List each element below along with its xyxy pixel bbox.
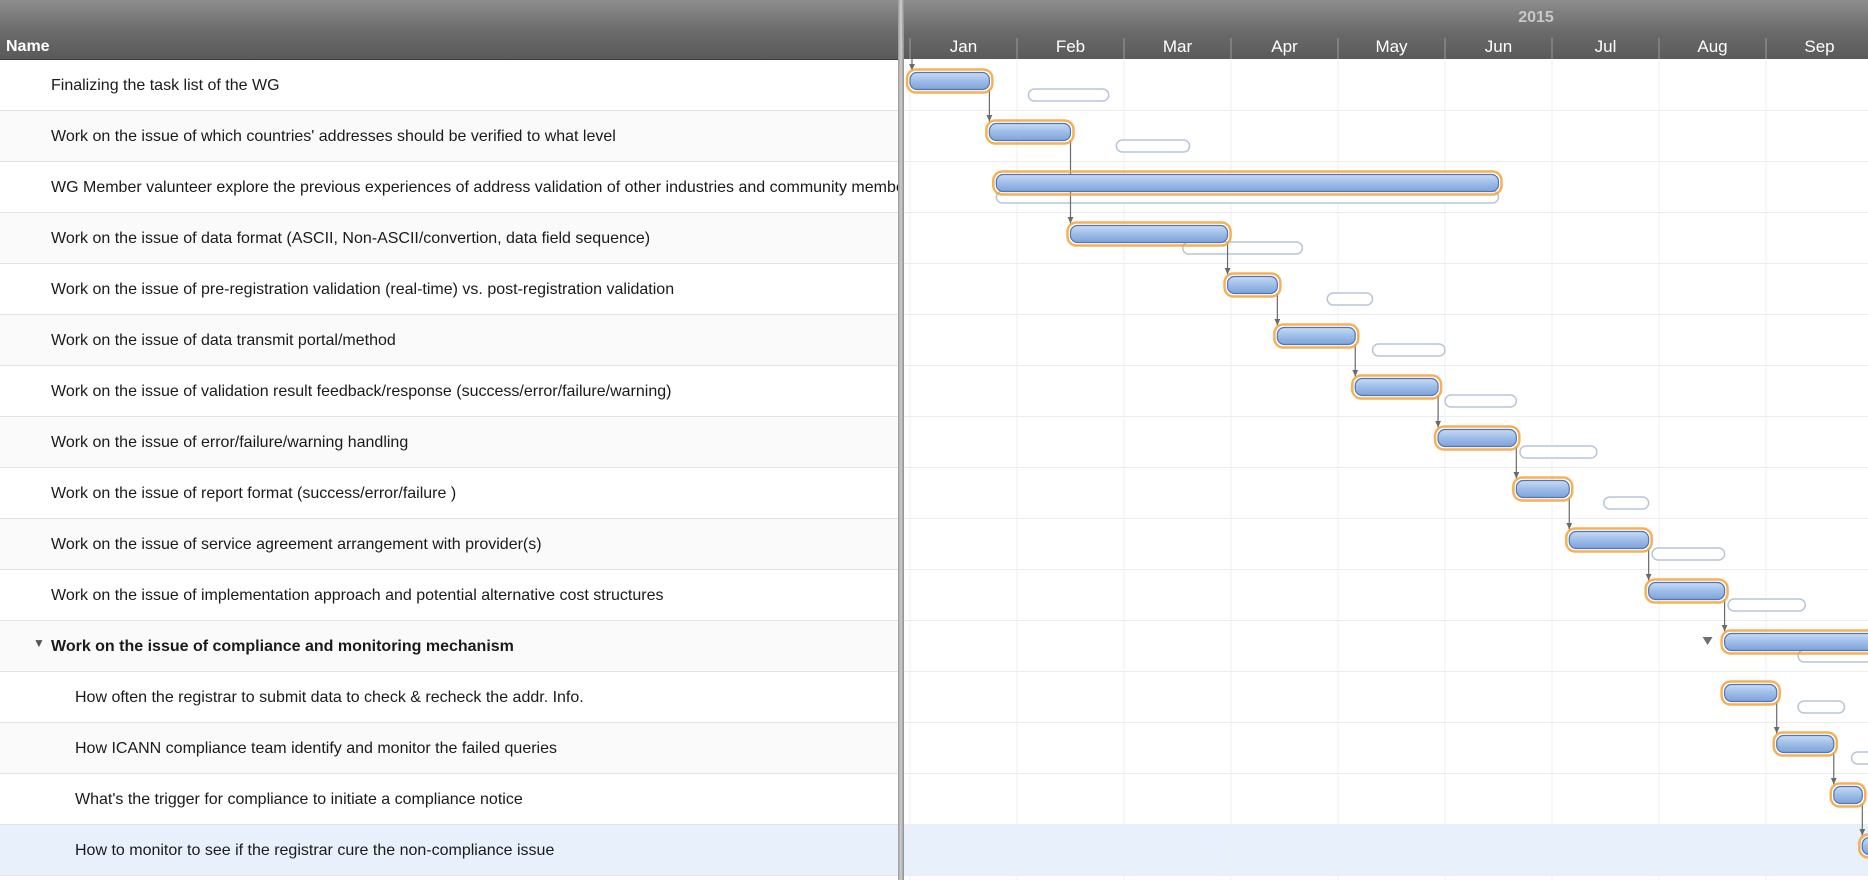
month-label: Apr xyxy=(1271,37,1298,56)
chart-row-bg xyxy=(904,315,1868,366)
task-row[interactable]: What's the trigger for compliance to ini… xyxy=(0,774,898,825)
task-row[interactable]: ▼ Work on the issue of compliance and mon… xyxy=(0,621,898,672)
chart-row-bg xyxy=(904,825,1868,876)
baseline-bar xyxy=(1727,598,1806,612)
task-bar[interactable] xyxy=(1648,581,1726,601)
task-row[interactable]: Work on the issue of which countries' ad… xyxy=(0,111,898,162)
month-label: Aug xyxy=(1697,37,1727,56)
task-name: Work on the issue of which countries' ad… xyxy=(51,128,616,145)
month-label: Jun xyxy=(1485,37,1512,56)
collapse-toggle-icon[interactable]: ▼ xyxy=(33,636,45,650)
task-name: Work on the issue of compliance and moni… xyxy=(51,638,514,655)
task-name: Work on the issue of error/failure/warni… xyxy=(51,434,409,451)
task-grid: Name Finalizing the task list of the WG W… xyxy=(0,0,898,880)
task-name: Work on the issue of service agreement a… xyxy=(51,536,542,553)
chart-row-bg xyxy=(904,264,1868,315)
baseline-bar xyxy=(1797,700,1846,714)
task-bar[interactable] xyxy=(1568,530,1650,550)
baseline-bar xyxy=(1797,649,1868,663)
month-label: Mar xyxy=(1163,37,1193,56)
task-bar[interactable] xyxy=(1276,326,1356,346)
grid-header: Name xyxy=(0,0,898,60)
task-row[interactable]: Finalizing the task list of the WG xyxy=(0,60,898,111)
baseline-bar xyxy=(1603,496,1650,510)
task-bar[interactable] xyxy=(1515,479,1570,499)
baseline-bar xyxy=(1519,445,1598,459)
task-bar[interactable] xyxy=(1354,377,1439,397)
task-row[interactable]: Work on the issue of error/failure/warni… xyxy=(0,417,898,468)
baseline-bar xyxy=(1651,547,1726,561)
task-bar[interactable] xyxy=(1861,837,1868,855)
task-bar[interactable] xyxy=(1226,275,1278,295)
task-row[interactable]: Work on the issue of report format (succ… xyxy=(0,468,898,519)
task-row[interactable]: How ICANN compliance team identify and m… xyxy=(0,723,898,774)
chart-row-bg xyxy=(904,213,1868,264)
task-bar[interactable] xyxy=(988,122,1072,142)
task-name: What's the trigger for compliance to ini… xyxy=(75,791,523,808)
month-label: May xyxy=(1375,37,1408,56)
baseline-bar xyxy=(995,190,1500,204)
task-name: How ICANN compliance team identify and m… xyxy=(75,740,558,757)
task-bar[interactable] xyxy=(1437,428,1517,448)
month-label: Jul xyxy=(1595,37,1617,56)
task-row[interactable]: Work on the issue of validation result f… xyxy=(0,366,898,417)
task-row[interactable]: How often the registrar to submit data t… xyxy=(0,672,898,723)
baseline-bar xyxy=(1181,241,1304,255)
task-row[interactable]: Work on the issue of service agreement a… xyxy=(0,519,898,570)
baseline-bar xyxy=(1850,751,1868,765)
baseline-bar xyxy=(1371,343,1446,357)
gantt-chart: 2015 Jan Feb Mar Apr May Jun Jul Aug Sep xyxy=(904,0,1868,880)
task-row[interactable]: WG Member valunteer explore the previous… xyxy=(0,162,898,213)
task-row[interactable]: Work on the issue of pre-registration va… xyxy=(0,264,898,315)
task-row[interactable]: Work on the issue of data transmit porta… xyxy=(0,315,898,366)
task-bar[interactable] xyxy=(1069,224,1229,244)
task-row[interactable]: How to monitor to see if the registrar c… xyxy=(0,825,898,876)
column-header-name[interactable]: Name xyxy=(6,38,50,56)
task-name: Work on the issue of pre-registration va… xyxy=(51,281,675,298)
task-bar[interactable] xyxy=(1723,683,1778,703)
chart-row-bg xyxy=(904,672,1868,723)
task-bar[interactable] xyxy=(1776,734,1835,754)
task-name: Work on the issue of data format (ASCII,… xyxy=(51,230,651,247)
chart-row-bg xyxy=(904,621,1868,672)
summary-task-bar[interactable] xyxy=(1723,632,1868,652)
chart-row-bg xyxy=(904,417,1868,468)
chart-row-bg xyxy=(904,723,1868,774)
task-name: How to monitor to see if the registrar c… xyxy=(75,842,555,859)
chart-row-bg xyxy=(904,60,1868,111)
task-name: Work on the issue of implementation appr… xyxy=(51,587,664,604)
task-row[interactable]: Work on the issue of data format (ASCII,… xyxy=(0,213,898,264)
chart-row-bg xyxy=(904,468,1868,519)
task-name: Finalizing the task list of the WG xyxy=(51,77,280,94)
task-name: How often the registrar to submit data t… xyxy=(75,689,584,706)
baseline-bar xyxy=(1027,88,1110,102)
task-row[interactable]: Work on the issue of implementation appr… xyxy=(0,570,898,621)
month-label: Sep xyxy=(1804,37,1834,56)
baseline-bar xyxy=(1444,394,1518,408)
month-label: Jan xyxy=(950,37,977,56)
task-bar[interactable] xyxy=(909,71,990,91)
chart-row-bg xyxy=(904,519,1868,570)
month-label: Feb xyxy=(1056,37,1085,56)
task-bar[interactable] xyxy=(1833,785,1863,805)
task-name: Work on the issue of data transmit porta… xyxy=(51,332,396,349)
gantt-canvas: 2015 Jan Feb Mar Apr May Jun Jul Aug Sep xyxy=(904,0,1868,880)
task-name: Work on the issue of report format (succ… xyxy=(51,485,457,502)
task-bar[interactable] xyxy=(995,173,1500,193)
task-name: WG Member valunteer explore the previous… xyxy=(51,179,898,196)
baseline-bar xyxy=(1115,139,1191,153)
baseline-bar xyxy=(1326,292,1374,306)
task-name: Work on the issue of validation result f… xyxy=(51,383,672,400)
chart-row-bg xyxy=(904,774,1868,825)
year-label: 2015 xyxy=(1518,9,1554,26)
